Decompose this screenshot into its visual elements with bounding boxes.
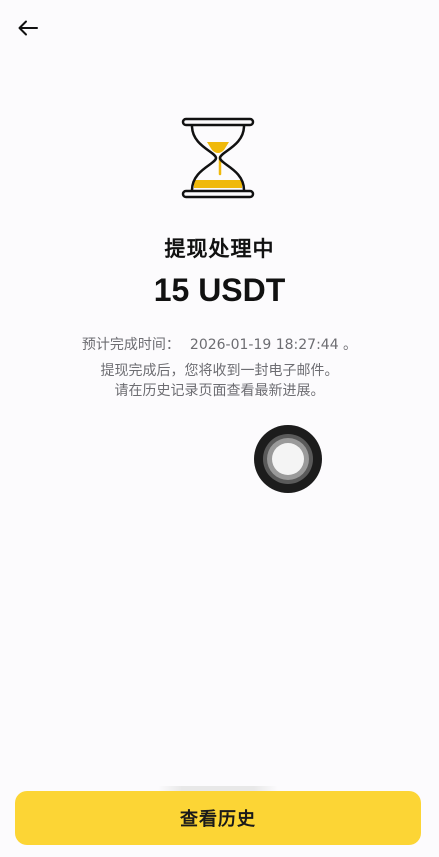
status-title: 提现处理中 <box>164 237 275 261</box>
view-history-button[interactable]: 查看历史 <box>15 791 421 845</box>
note-line-email: 提现完成后，您将收到一封电子邮件。 <box>100 363 339 379</box>
withdrawal-amount: 15 USDT <box>153 272 286 308</box>
note-line-history: 请在历史记录页面查看最新进展。 <box>114 383 325 399</box>
status-note: 提现完成后，您将收到一封电子邮件。 请在历史记录页面查看最新进展。 <box>0 361 439 401</box>
assistive-touch-button[interactable] <box>254 425 322 493</box>
back-button[interactable] <box>12 12 44 44</box>
estimated-completion-time: 预计完成时间： 2026-01-19 18:27:44 。 <box>0 334 439 354</box>
hourglass-icon <box>180 116 256 200</box>
arrow-left-icon <box>18 20 38 36</box>
assistive-touch-icon <box>263 434 313 484</box>
eta-value: 2026-01-19 18:27:44 。 <box>189 337 358 353</box>
eta-label: 预计完成时间： <box>81 337 180 353</box>
